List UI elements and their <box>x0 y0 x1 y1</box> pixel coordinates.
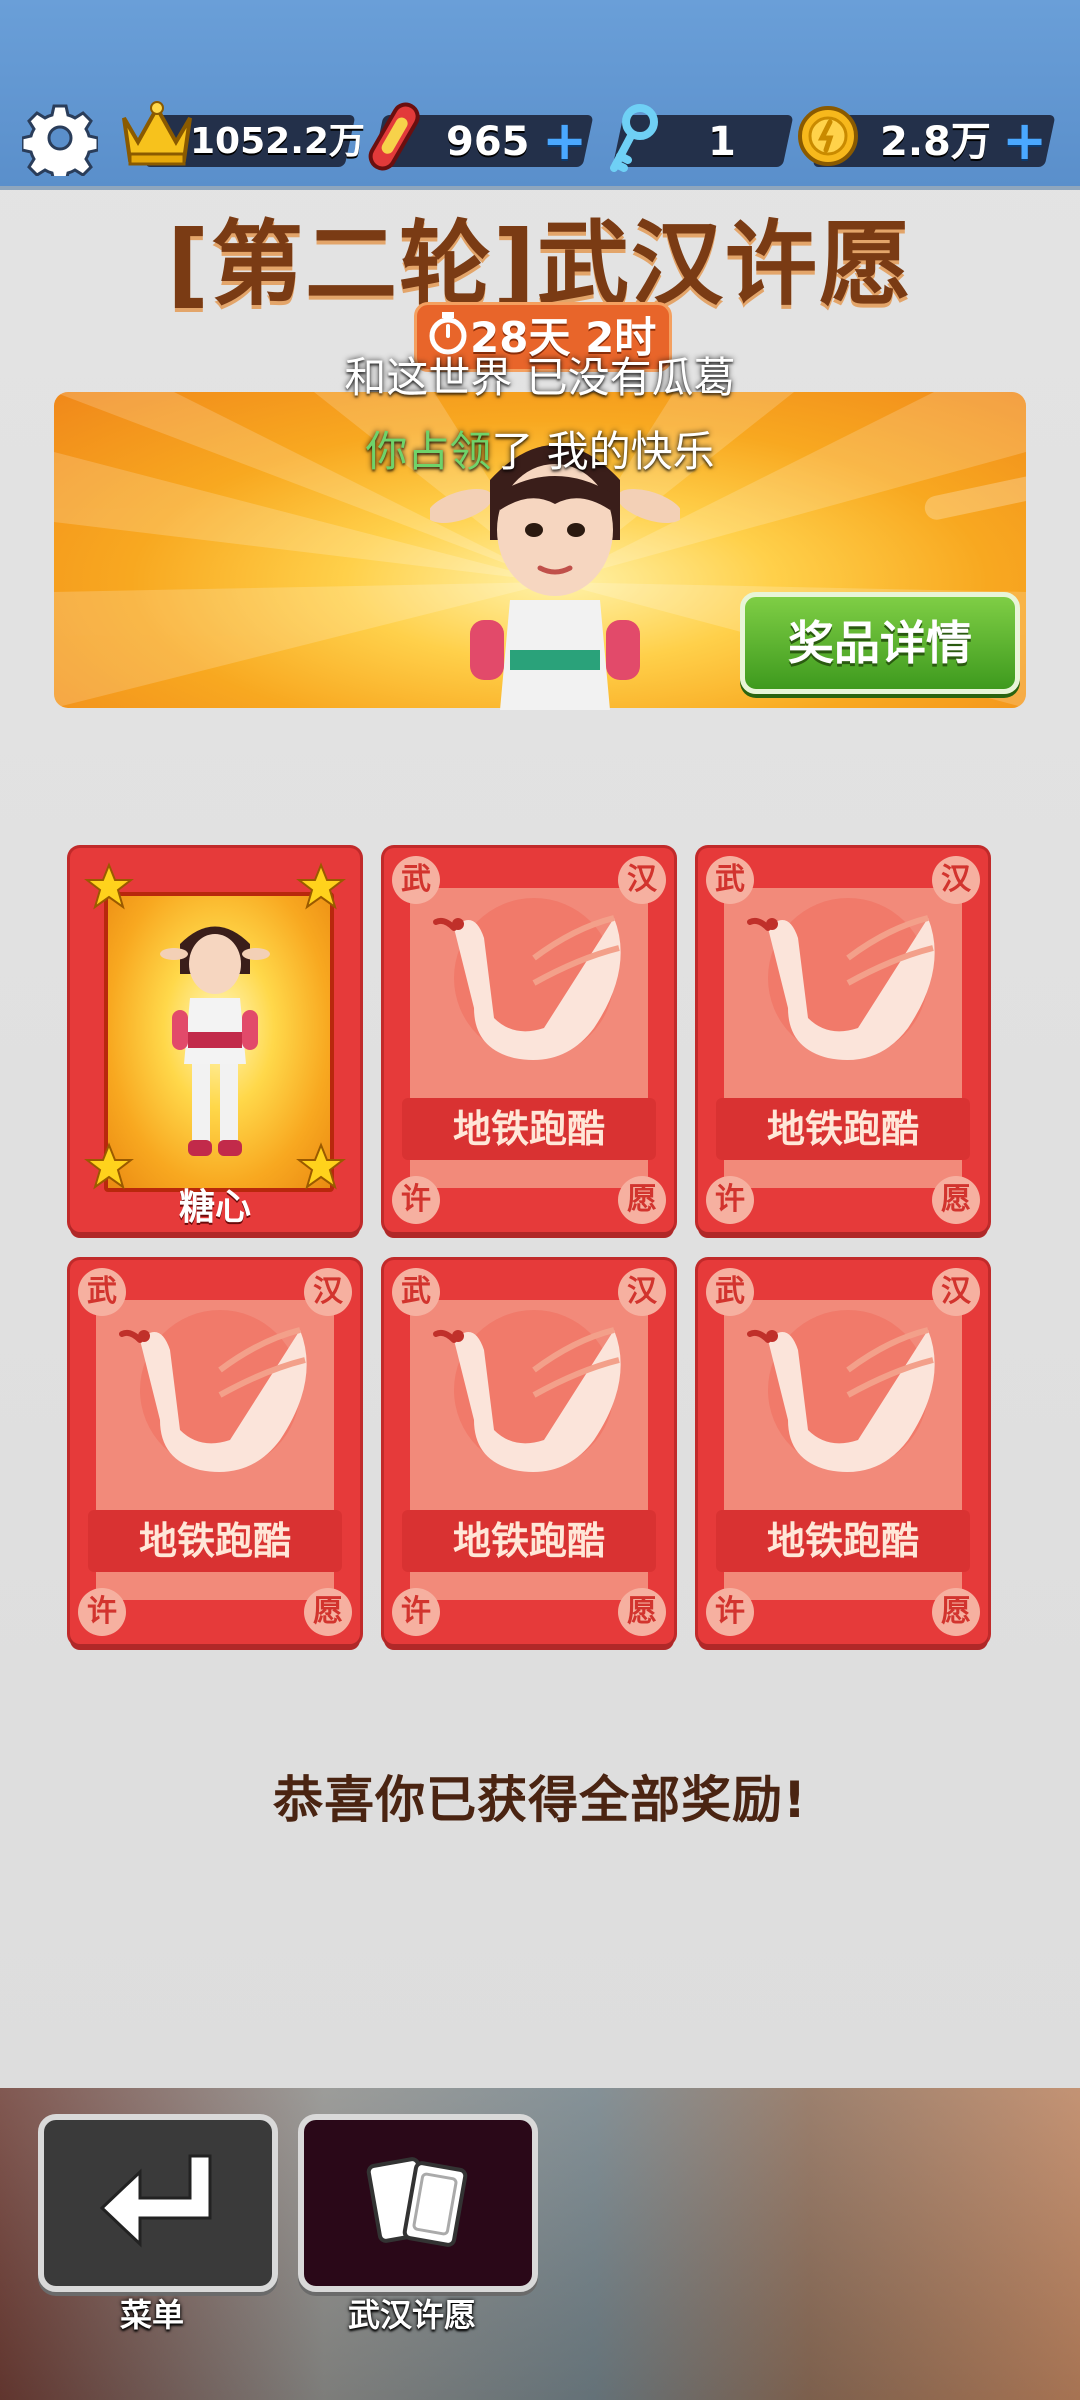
crane-icon <box>747 1310 935 1472</box>
corner-char-han: 汉 <box>618 1268 666 1316</box>
hoverboard-icon <box>368 102 420 171</box>
boards-value: 965 <box>446 119 530 165</box>
crowns-value: 1052.2万 <box>190 121 365 162</box>
corner-char-xu: 许 <box>78 1588 126 1636</box>
cards-icon <box>366 2157 468 2247</box>
congrats-message: 恭喜你已获得全部奖励! <box>273 1771 807 1829</box>
crane-icon <box>119 1310 307 1472</box>
corner-char-wu: 武 <box>392 856 440 904</box>
crane-icon <box>433 898 621 1060</box>
card-label: 地铁跑酷 <box>716 1098 970 1160</box>
coins-value: 2.8万 <box>880 119 991 165</box>
wuhan-wish-button[interactable] <box>298 2114 538 2292</box>
card-unlocked-tangxin[interactable]: 糖心 <box>70 848 360 1232</box>
card-locked[interactable]: 武 汉 许 愿 地铁跑酷 <box>698 848 988 1232</box>
card-label: 地铁跑酷 <box>88 1510 342 1572</box>
menu-button[interactable] <box>38 2114 278 2292</box>
crane-icon <box>433 1310 621 1472</box>
corner-char-yuan: 愿 <box>932 1588 980 1636</box>
corner-char-han: 汉 <box>304 1268 352 1316</box>
corner-char-yuan: 愿 <box>618 1176 666 1224</box>
crane-icon <box>747 898 935 1060</box>
character-figure <box>160 926 270 1156</box>
plus-icon[interactable]: + <box>542 114 587 168</box>
lyric-line-1: 和这世界 已没有瓜葛 <box>344 353 736 402</box>
corner-char-yuan: 愿 <box>932 1176 980 1224</box>
corner-char-xu: 许 <box>706 1588 754 1636</box>
corner-char-wu: 武 <box>78 1268 126 1316</box>
card-label: 地铁跑酷 <box>716 1510 970 1572</box>
corner-char-han: 汉 <box>932 856 980 904</box>
corner-char-xu: 许 <box>706 1176 754 1224</box>
gear-icon[interactable] <box>22 100 98 176</box>
corner-char-han: 汉 <box>618 856 666 904</box>
corner-char-xu: 许 <box>392 1176 440 1224</box>
crown-icon <box>122 101 192 166</box>
wuhan-wish-label: 武汉许愿 <box>347 2296 476 2334</box>
prize-details-button[interactable]: 奖品详情 <box>740 592 1020 694</box>
card-locked[interactable]: 武 汉 许 愿 地铁跑酷 <box>698 1260 988 1644</box>
keys-value: 1 <box>708 119 736 165</box>
key-icon <box>610 104 658 172</box>
card-name: 糖心 <box>178 1187 251 1228</box>
card-locked[interactable]: 武 汉 许 愿 地铁跑酷 <box>384 848 674 1232</box>
corner-char-yuan: 愿 <box>304 1588 352 1636</box>
lyric-line-2-highlight: 你占领 <box>365 427 492 476</box>
lyric-line-2: 你占领了 我的快乐 <box>0 418 1080 479</box>
corner-char-wu: 武 <box>706 1268 754 1316</box>
plus-icon[interactable]: + <box>1002 114 1047 168</box>
corner-char-xu: 许 <box>392 1588 440 1636</box>
card-label: 地铁跑酷 <box>402 1510 656 1572</box>
card-locked[interactable]: 武 汉 许 愿 地铁跑酷 <box>384 1260 674 1644</box>
card-locked[interactable]: 武 汉 许 愿 地铁跑酷 <box>70 1260 360 1644</box>
star-icon <box>84 862 134 910</box>
card-label: 地铁跑酷 <box>402 1098 656 1160</box>
corner-char-wu: 武 <box>706 856 754 904</box>
star-icon <box>296 862 346 910</box>
corner-char-han: 汉 <box>932 1268 980 1316</box>
coin-icon <box>798 106 858 166</box>
corner-char-yuan: 愿 <box>618 1588 666 1636</box>
corner-char-wu: 武 <box>392 1268 440 1316</box>
return-icon <box>99 2154 212 2248</box>
lyric-line-2-rest: 了 我的快乐 <box>491 427 715 476</box>
menu-label: 菜单 <box>119 2296 184 2334</box>
